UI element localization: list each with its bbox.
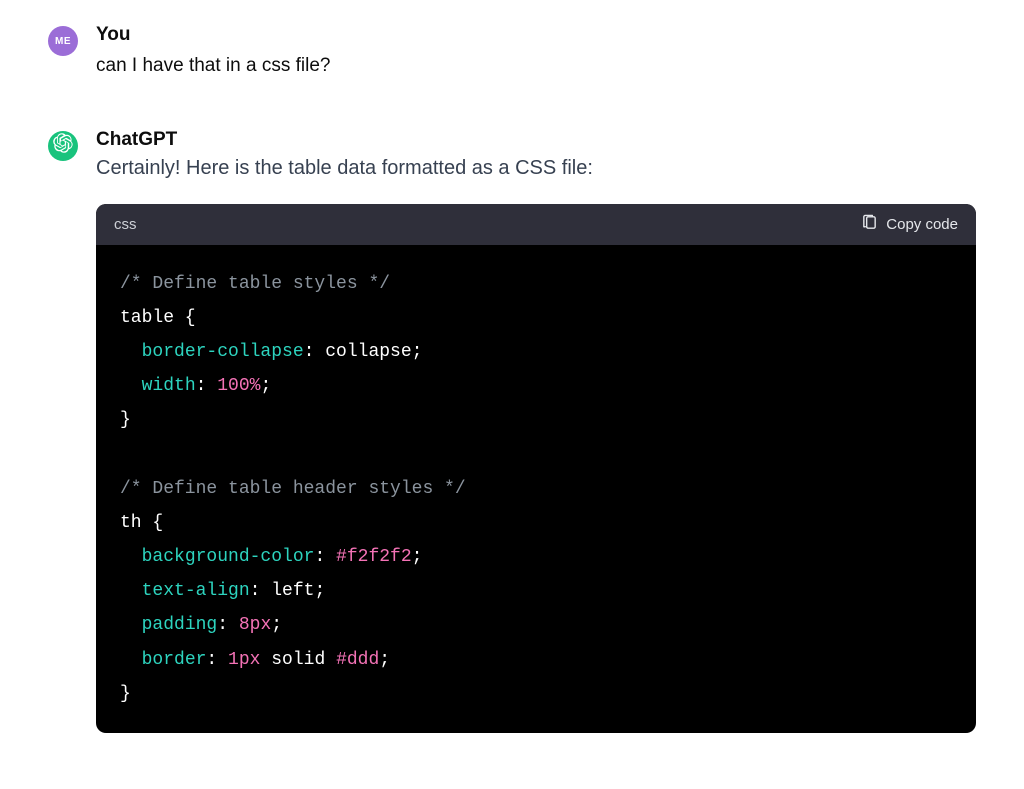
clipboard-icon [861,214,878,235]
code-block: css Copy code /* Define table styles */ … [96,204,976,733]
code-brace: } [120,684,131,704]
code-comment: /* Define table styles */ [120,274,390,294]
assistant-message-body: ChatGPT Certainly! Here is the table dat… [96,129,976,733]
code-number: #f2f2f2 [336,547,412,567]
code-language-label: css [114,216,137,233]
code-selector: table { [120,308,196,328]
code-prop: background-color [142,547,315,567]
chat-container: ME You can I have that in a css file? Ch… [0,0,1024,733]
code-comment: /* Define table header styles */ [120,479,466,499]
code-number: 1px [228,650,260,670]
code-brace: } [120,410,131,430]
user-message: ME You can I have that in a css file? [48,24,976,81]
code-prop: width [142,376,196,396]
assistant-message: ChatGPT Certainly! Here is the table dat… [48,129,976,733]
user-message-text: can I have that in a css file? [96,52,976,81]
user-name: You [96,24,976,46]
code-prop: padding [142,615,218,635]
code-value: left [271,581,314,601]
code-body[interactable]: /* Define table styles */ table { border… [96,245,976,733]
code-number: #ddd [336,650,379,670]
user-message-body: You can I have that in a css file? [96,24,976,81]
user-avatar: ME [48,26,78,56]
code-prop: text-align [142,581,250,601]
copy-code-label: Copy code [886,216,958,233]
code-header: css Copy code [96,204,976,245]
assistant-name: ChatGPT [96,129,976,151]
copy-code-button[interactable]: Copy code [861,214,958,235]
code-number: 8px [239,615,271,635]
code-selector: th { [120,513,163,533]
user-avatar-initials: ME [55,36,71,47]
assistant-intro-text: Certainly! Here is the table data format… [96,157,976,180]
code-number: 100% [217,376,260,396]
code-value: solid [271,650,325,670]
code-value: collapse [325,342,411,362]
assistant-avatar [48,131,78,161]
code-prop: border [142,650,207,670]
code-prop: border-collapse [142,342,304,362]
openai-logo-icon [53,133,73,158]
